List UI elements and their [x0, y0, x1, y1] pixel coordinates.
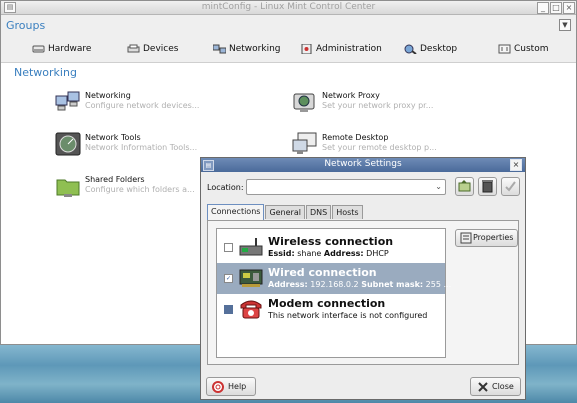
minimize-icon[interactable]: _	[537, 2, 549, 14]
window-titlebar[interactable]: ▤ mintConfig - Linux Mint Control Center…	[1, 1, 576, 15]
network-tools-icon	[55, 132, 81, 156]
ethernet-card-icon	[238, 266, 264, 290]
desktop-icon	[404, 44, 417, 55]
modem-phone-icon	[238, 297, 264, 321]
tab-dns[interactable]: DNS	[305, 205, 332, 219]
detail-key: Essid:	[268, 249, 295, 258]
help-button[interactable]: Help	[206, 377, 256, 396]
connection-row-wireless[interactable]: Wireless connection Essid: shane Address…	[217, 232, 445, 263]
wireless-card-icon	[238, 235, 264, 259]
trash-icon	[482, 180, 493, 193]
save-location-icon	[458, 180, 471, 192]
detail-key: Address:	[268, 280, 308, 289]
close-icon[interactable]: ×	[563, 2, 575, 14]
chevron-down-icon: ⌄	[435, 182, 442, 191]
item-description: Set your network proxy pr...	[322, 101, 434, 110]
properties-label: Properties	[473, 233, 514, 242]
detail-value: DHCP	[363, 249, 389, 258]
network-devices-icon	[55, 90, 81, 114]
location-combo[interactable]: ⌄	[246, 179, 446, 195]
detail-value: shane	[294, 249, 324, 258]
group-label: Desktop	[420, 44, 458, 54]
shared-folder-icon	[55, 174, 81, 198]
group-label: Custom	[514, 44, 549, 54]
group-custom[interactable]: Custom	[498, 42, 548, 56]
connection-name: Modem connection	[268, 297, 386, 310]
apply-location-button[interactable]	[501, 177, 520, 196]
connection-detail: Address: 192.168.0.2 Subnet mask: 255 ..…	[268, 280, 451, 289]
detail-value: 192.168.0.2	[307, 280, 362, 289]
location-label: Location:	[207, 183, 244, 192]
remote-desktop-icon	[292, 132, 318, 156]
connections-panel: Wireless connection Essid: shane Address…	[207, 220, 519, 365]
properties-button[interactable]: Properties	[455, 229, 518, 247]
properties-icon	[460, 232, 472, 244]
hardware-icon	[32, 44, 45, 54]
group-hardware[interactable]: Hardware	[32, 42, 91, 56]
administration-icon	[300, 43, 313, 55]
tab-bar: Connections General DNS Hosts	[207, 204, 364, 220]
wireless-enable-checkbox[interactable]	[224, 243, 233, 252]
wired-enable-checkbox[interactable]: ✓	[224, 274, 233, 283]
section-title: Networking	[14, 66, 77, 79]
tab-hosts[interactable]: Hosts	[332, 205, 363, 219]
item-network-proxy[interactable]: Network Proxy Set your network proxy pr.…	[292, 90, 492, 116]
detail-key: Subnet mask:	[361, 280, 424, 289]
item-remote-desktop[interactable]: Remote Desktop Set your remote desktop p…	[292, 132, 492, 158]
item-description: Set your remote desktop p...	[322, 143, 437, 152]
connection-name: Wireless connection	[268, 235, 394, 248]
help-lifebuoy-icon	[212, 381, 224, 393]
close-label: Close	[492, 382, 514, 391]
item-name: Network Proxy	[322, 91, 380, 100]
group-label: Devices	[143, 44, 179, 54]
tab-connections[interactable]: Connections	[207, 204, 265, 220]
connection-detail: This network interface is not configured	[268, 311, 427, 320]
dialog-title: Network Settings	[324, 159, 402, 169]
tab-general[interactable]: General	[265, 205, 305, 219]
close-button[interactable]: Close	[470, 377, 521, 396]
dialog-close-icon[interactable]: ×	[510, 159, 522, 171]
delete-location-button[interactable]	[478, 177, 497, 196]
item-name: Remote Desktop	[322, 133, 389, 142]
detail-value: 255 ...	[423, 280, 452, 289]
network-proxy-icon	[292, 90, 318, 114]
connection-name: Wired connection	[268, 266, 377, 279]
group-administration[interactable]: Administration	[300, 42, 382, 56]
dialog-titlebar[interactable]: ▤ Network Settings ×	[201, 158, 525, 172]
item-name: Network Tools	[85, 133, 141, 142]
item-description: Network Information Tools...	[85, 143, 198, 152]
network-settings-dialog: ▤ Network Settings × Location: ⌄ Connect…	[200, 157, 526, 400]
item-description: Configure network devices...	[85, 101, 200, 110]
connection-detail: Essid: shane Address: DHCP	[268, 249, 389, 258]
group-label: Administration	[316, 44, 382, 54]
detail-key: Address:	[323, 249, 364, 258]
connections-list[interactable]: Wireless connection Essid: shane Address…	[216, 228, 451, 358]
groups-bar: Groups ▼ Hardware Devices Networking Adm…	[1, 15, 576, 63]
item-name: Shared Folders	[85, 175, 145, 184]
item-description: Configure which folders a...	[85, 185, 195, 194]
item-network-tools[interactable]: Network Tools Network Information Tools.…	[55, 132, 255, 158]
item-name: Networking	[85, 91, 131, 100]
save-location-button[interactable]	[455, 177, 474, 196]
groups-title: Groups	[6, 19, 46, 32]
close-x-icon	[478, 382, 488, 392]
networking-icon	[212, 44, 227, 54]
group-label: Hardware	[48, 44, 92, 54]
devices-icon	[127, 44, 140, 54]
group-desktop[interactable]: Desktop	[404, 42, 457, 56]
detail-value: This network interface is not configured	[268, 311, 428, 320]
group-networking[interactable]: Networking	[212, 42, 281, 56]
maximize-icon[interactable]: □	[550, 2, 562, 14]
modem-enable-checkbox[interactable]	[224, 305, 233, 314]
window-title: mintConfig - Linux Mint Control Center	[201, 2, 376, 12]
connection-row-wired[interactable]: ✓ Wired connection Address: 192.168.0.2 …	[217, 263, 451, 294]
connection-row-modem[interactable]: Modem connection This network interface …	[217, 294, 445, 325]
group-devices[interactable]: Devices	[127, 42, 178, 56]
custom-icon	[498, 44, 511, 54]
help-label: Help	[228, 382, 247, 391]
collapse-groups-icon[interactable]: ▼	[559, 19, 571, 31]
item-networking[interactable]: Networking Configure network devices...	[55, 90, 255, 116]
checkmark-icon	[505, 181, 516, 192]
group-label: Networking	[229, 44, 281, 54]
